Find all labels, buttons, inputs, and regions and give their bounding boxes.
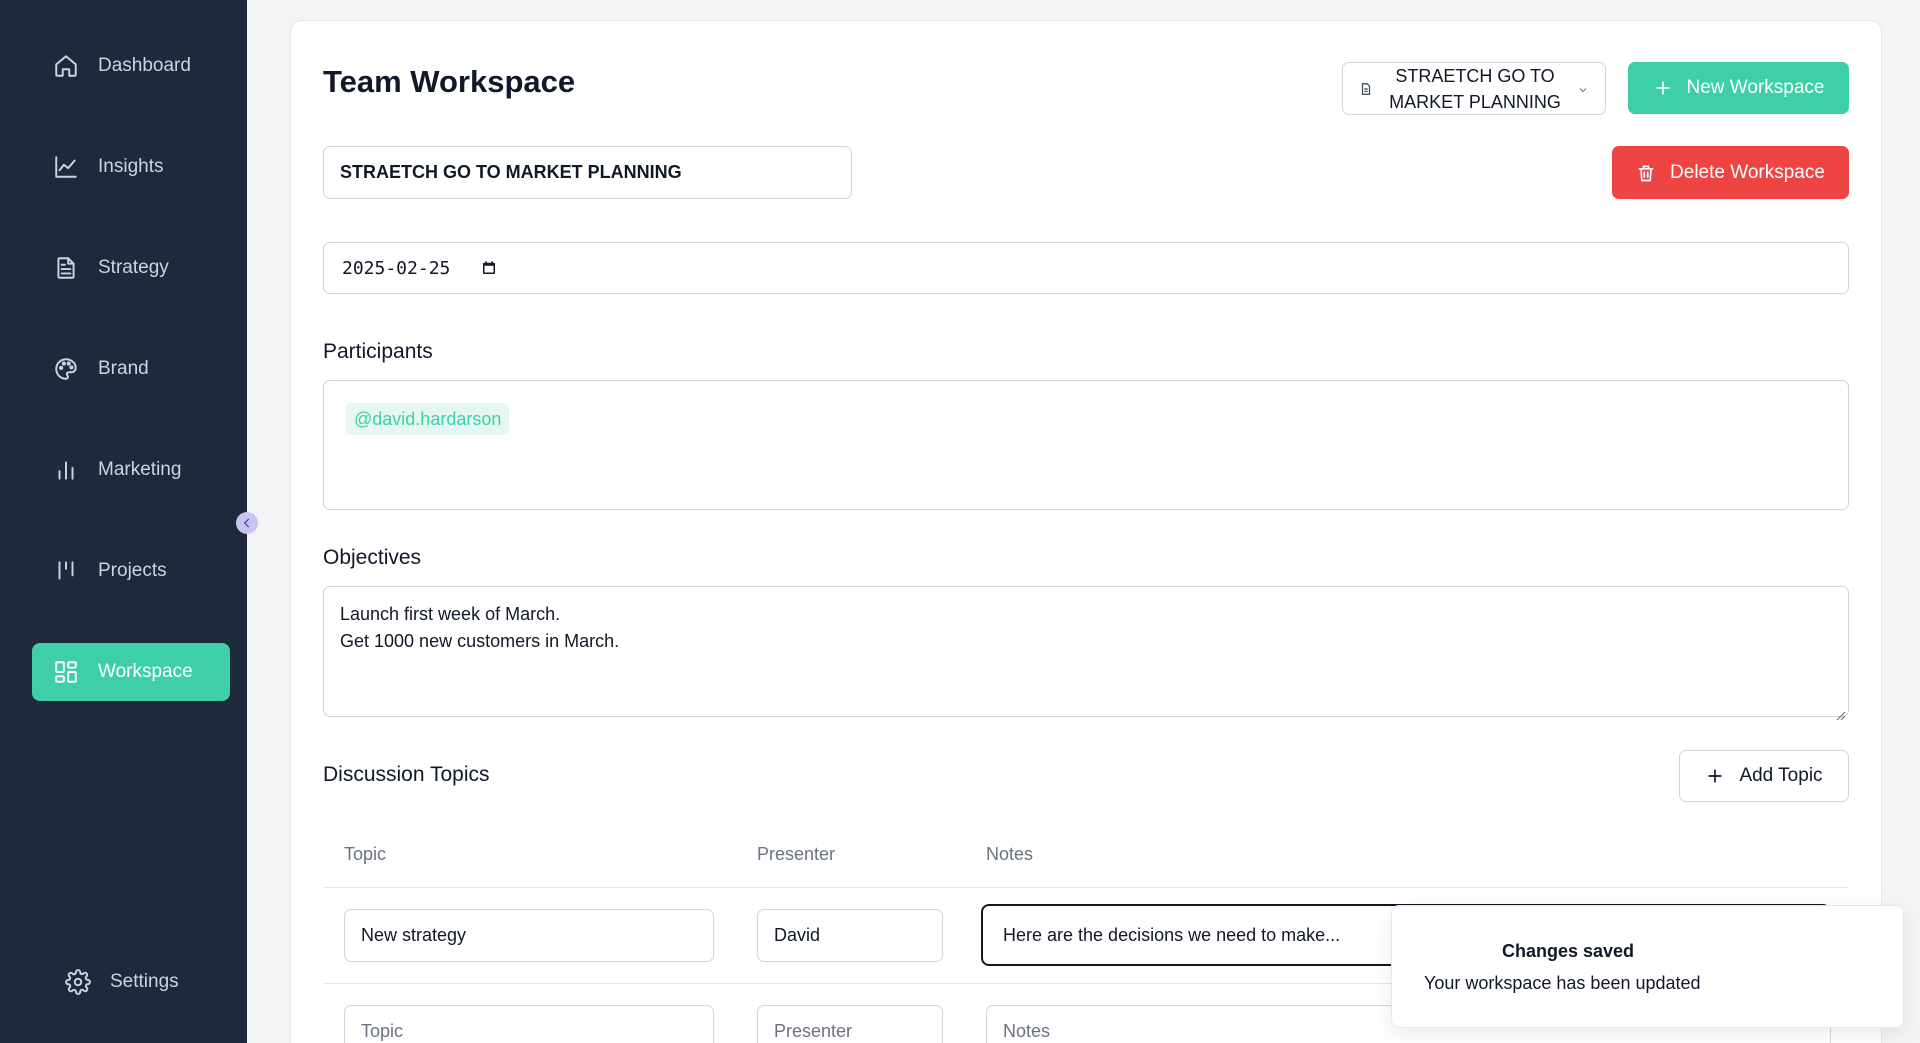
- kanban-icon: [52, 557, 80, 585]
- grid-icon: [52, 658, 80, 686]
- palette-icon: [52, 355, 80, 383]
- sidebar-item-settings[interactable]: Settings: [44, 953, 224, 1011]
- toast-notification[interactable]: Changes saved Your workspace has been up…: [1391, 905, 1904, 1028]
- toast-description: Your workspace has been updated: [1424, 973, 1701, 993]
- presenter-placeholder: Presenter: [774, 1021, 853, 1041]
- column-header-notes: Notes: [986, 844, 1034, 864]
- date-value: 2025-02-25: [342, 257, 451, 279]
- bar-chart-icon: [52, 456, 80, 484]
- objectives-label: Objectives: [323, 546, 422, 569]
- sidebar-item-label: Projects: [98, 560, 167, 581]
- column-header-presenter: Presenter: [757, 844, 836, 864]
- delete-workspace-button[interactable]: Delete Workspace: [1612, 146, 1849, 199]
- sidebar-item-marketing[interactable]: Marketing: [32, 441, 230, 499]
- resize-handle-icon[interactable]: [1834, 702, 1846, 721]
- new-workspace-button[interactable]: New Workspace: [1628, 62, 1849, 114]
- participants-field[interactable]: @david.hardarson: [323, 380, 1849, 510]
- presenter-value: David: [774, 925, 821, 945]
- sidebar-item-label: Marketing: [98, 459, 182, 480]
- workspace-name-input[interactable]: [323, 146, 852, 199]
- notes-placeholder: Notes: [1003, 1021, 1051, 1041]
- sidebar-settings-label: Settings: [110, 971, 179, 992]
- trash-icon: [1638, 165, 1654, 181]
- topic-value: New strategy: [361, 925, 467, 945]
- plus-icon: [1655, 81, 1670, 95]
- workspace-select-value: STRAETCH GO TO MARKET PLANNING: [1389, 65, 1561, 112]
- sidebar-item-projects[interactable]: Projects: [32, 542, 230, 600]
- topic-placeholder: Topic: [361, 1021, 404, 1041]
- line-chart-icon: [52, 153, 80, 181]
- sidebar-item-brand[interactable]: Brand: [32, 340, 230, 398]
- sidebar-item-label: Workspace: [98, 661, 193, 682]
- participants-label: Participants: [323, 340, 433, 363]
- chevron-left-icon: [243, 518, 250, 528]
- objectives-textarea[interactable]: Launch first week of March. Get 1000 new…: [323, 586, 1849, 721]
- presenter-input[interactable]: David: [757, 909, 943, 962]
- new-topic-input[interactable]: Topic: [344, 1005, 714, 1043]
- sidebar-item-label: Dashboard: [98, 55, 191, 76]
- new-presenter-input[interactable]: Presenter: [757, 1005, 943, 1043]
- sidebar-item-label: Brand: [98, 358, 149, 379]
- sidebar: Dashboard Insights Strategy Brand Market…: [0, 0, 247, 1043]
- table-header-divider: [323, 887, 1849, 888]
- home-icon: [52, 52, 80, 80]
- add-topic-label: Add Topic: [1739, 765, 1823, 786]
- sidebar-item-dashboard[interactable]: Dashboard: [32, 37, 230, 95]
- sidebar-item-workspace[interactable]: Workspace: [32, 643, 230, 701]
- column-header-topic: Topic: [344, 844, 387, 864]
- sidebar-item-strategy[interactable]: Strategy: [32, 239, 230, 297]
- delete-workspace-label: Delete Workspace: [1670, 161, 1825, 183]
- sidebar-item-label: Insights: [98, 156, 164, 177]
- discussion-topics-label: Discussion Topics: [323, 763, 490, 786]
- add-topic-button[interactable]: Add Topic: [1679, 750, 1849, 802]
- gear-icon: [64, 968, 92, 996]
- page-title: Team Workspace: [323, 64, 576, 99]
- new-workspace-label: New Workspace: [1686, 77, 1825, 98]
- notes-value: Here are the decisions we need to make..…: [1003, 924, 1341, 945]
- chevron-down-icon: [1577, 83, 1589, 95]
- document-icon: [52, 254, 80, 282]
- sidebar-item-label: Strategy: [98, 257, 169, 278]
- workspace-select[interactable]: STRAETCH GO TO MARKET PLANNING: [1342, 62, 1606, 115]
- sidebar-item-insights[interactable]: Insights: [32, 138, 230, 196]
- toast-title: Changes saved: [1502, 941, 1635, 961]
- date-input[interactable]: 2025-02-25: [323, 242, 1849, 294]
- participant-tag[interactable]: @david.hardarson: [346, 403, 510, 435]
- topic-input[interactable]: New strategy: [344, 909, 714, 962]
- objectives-line: Launch first week of March.: [340, 604, 561, 624]
- sidebar-collapse-button[interactable]: [236, 512, 258, 534]
- plus-icon: [1708, 769, 1723, 783]
- document-icon: [1359, 82, 1373, 96]
- calendar-icon[interactable]: [480, 259, 498, 277]
- objectives-line: Get 1000 new customers in March.: [340, 631, 620, 651]
